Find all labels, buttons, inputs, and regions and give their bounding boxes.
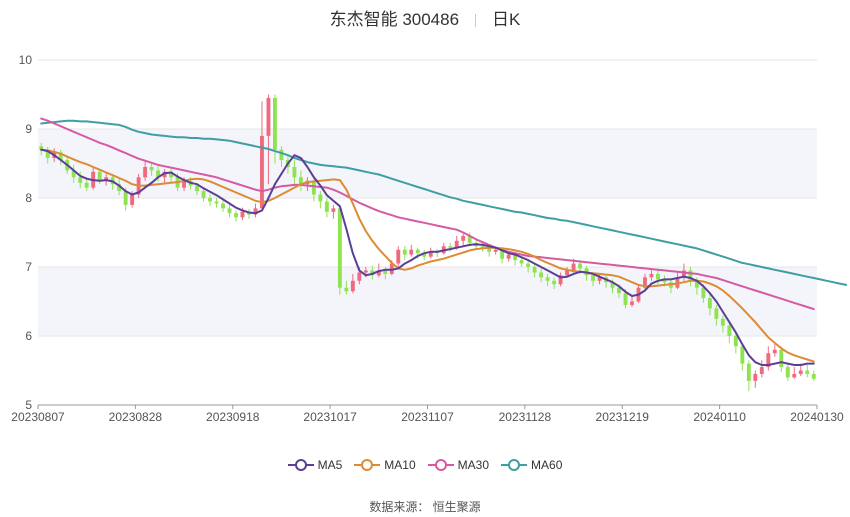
candle-body [221,203,225,209]
candle-body [740,346,745,364]
candle-body [324,201,329,212]
candle-body [279,149,284,161]
candle-body [318,194,323,202]
candle-body [532,267,537,273]
candle-body [123,191,128,205]
candle-body [344,287,349,292]
candle-body [779,349,784,368]
candle-body [78,177,83,183]
candle-body [234,213,238,218]
candle-body [701,287,706,299]
candle-body [720,318,725,326]
legend-item-ma5[interactable]: MA5 [287,458,343,472]
candle-body [448,246,453,248]
candle-body [746,363,751,381]
candle-body [552,280,557,285]
candle-body [409,249,414,255]
y-tick-label: 7 [25,260,32,274]
chart-root: 东杰智能 300486 日K 5 6 7 8 9 10 20230807 20230828 202… [0,0,850,517]
legend-marker-icon [501,459,528,471]
candle-body [130,194,135,205]
legend-item-ma30[interactable]: MA30 [427,458,490,472]
legend-label: MA5 [317,458,343,472]
candle-body [506,254,511,259]
candle-body [519,260,524,264]
x-tick-label: 20240130 [790,410,844,424]
candle-body [707,298,712,309]
candle-body [733,336,738,347]
candle-body [578,263,583,269]
x-tick-label: 20231107 [401,410,454,424]
candle-body [415,249,420,254]
candle-body [649,273,654,278]
legend-item-ma60[interactable]: MA60 [501,458,562,472]
candle-body [727,325,732,336]
y-tick-label: 8 [25,191,32,205]
legend-label: MA30 [457,458,490,472]
y-tick-label: 10 [19,53,33,67]
candle-body [97,171,102,181]
candlestick-chart: 567891020230807 20230828 20230918 20231017 2… [11,53,848,424]
candle-body [591,275,595,281]
x-tick-label: 20231128 [499,410,552,424]
grid-band [38,267,817,336]
candle-body [292,166,297,178]
candle-body [714,308,719,319]
candle-body [208,198,212,202]
legend-marker-icon [287,459,314,471]
candle-body [214,201,219,204]
candle-body [311,180,316,195]
candle-body [337,208,342,288]
candle-body [201,191,206,198]
candle-body [805,370,810,374]
candle-body [266,97,271,136]
candle-body [798,370,803,374]
candle-body [772,349,777,354]
candle-body [149,166,154,171]
legend: MA5 MA10 MA30 MA60 [0,458,850,475]
candle-body [571,263,576,271]
x-tick-label: 20230828 [109,410,163,424]
x-tick-label: 20230918 [206,410,260,424]
candle-body [565,270,570,276]
candle-body [759,367,764,374]
data-source: 数据来源： 恒生聚源 [369,500,481,514]
x-tick-label: 20230807 [11,410,65,424]
candle-body [539,272,544,278]
candle-body [272,97,277,150]
legend-item-ma10[interactable]: MA10 [354,458,416,472]
candle-body [792,373,797,378]
candle-body [195,185,199,192]
candle-body [227,208,232,214]
y-tick-label: 9 [25,122,32,136]
legend-marker-icon [354,459,381,471]
candle-body [623,293,628,305]
x-tick-label: 20231017 [303,410,357,424]
candle-body [526,263,531,267]
candle-body [363,270,368,273]
candle-body [402,249,407,255]
x-tick-label: 20231219 [596,410,650,424]
candle-body [84,182,89,188]
candle-body [630,301,634,305]
x-tick-label: 20240110 [693,410,746,424]
candle-body [656,273,660,280]
candle-body [461,235,466,241]
candle-body [331,208,336,212]
candle-body [545,277,550,281]
candle-body [350,280,355,292]
y-tick-label: 6 [25,329,32,343]
candle-body [785,367,790,378]
legend-marker-icon [427,459,454,471]
legend-label: MA10 [384,458,416,472]
candle-body [240,211,245,218]
candle-body [811,373,816,379]
candle-body [143,166,148,178]
candle-body [396,249,401,264]
candle-body [357,272,362,281]
legend-label: MA60 [531,458,563,472]
candle-body [753,373,758,381]
candle-body [493,249,498,252]
